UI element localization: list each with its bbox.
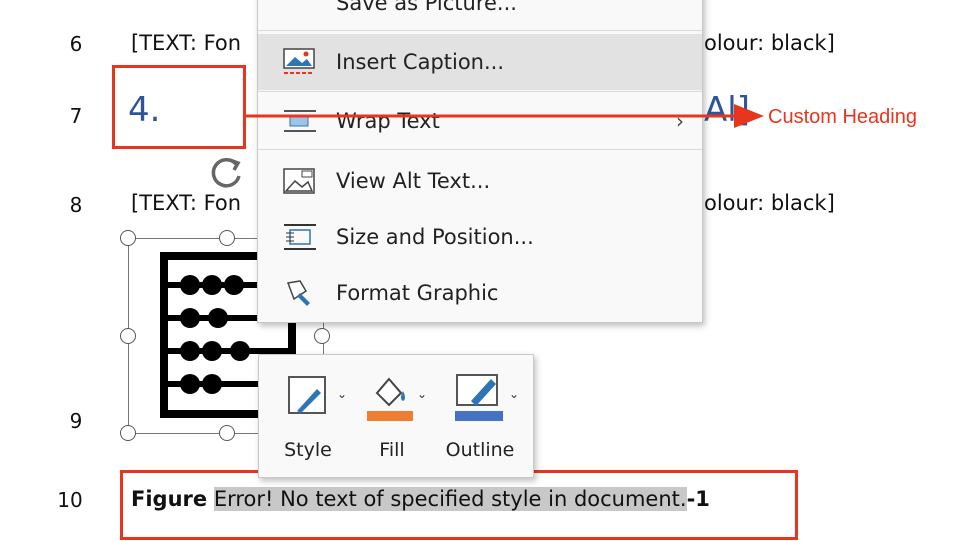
style-icon — [283, 371, 333, 421]
chevron-down-icon: ⌄ — [417, 387, 428, 401]
menu-item-label: View Alt Text... — [336, 169, 491, 193]
menu-item-label: Size and Position... — [336, 225, 534, 249]
save-picture-icon — [280, 0, 320, 19]
mini-toolbar: ⌄ Style ⌄ Fill ⌄ Outline — [258, 354, 534, 478]
style-button[interactable]: ⌄ Style — [267, 365, 349, 469]
line-number: 10 — [57, 488, 83, 512]
resize-handle[interactable] — [120, 425, 136, 441]
fill-button-label: Fill — [379, 439, 405, 461]
chevron-down-icon: ⌄ — [337, 387, 348, 401]
resize-handle[interactable] — [219, 230, 235, 246]
doc-text-line-6-right: olour: black] — [704, 31, 835, 55]
size-position-icon — [280, 221, 320, 253]
caption-label: Figure — [131, 487, 208, 511]
annotation-label: Custom Heading — [768, 106, 917, 128]
heading-number[interactable]: 4. — [128, 90, 160, 130]
resize-handle[interactable] — [314, 328, 330, 344]
doc-text-line-8-left: [TEXT: Fon — [131, 191, 242, 215]
menu-item-save-as-picture[interactable]: Save as Picture... — [258, 0, 702, 31]
caption-error-field[interactable]: Error! No text of specified style in doc… — [213, 487, 687, 511]
figure-caption[interactable]: Figure Error! No text of specified style… — [131, 487, 710, 511]
menu-separator — [258, 149, 702, 150]
outline-button-label: Outline — [445, 439, 515, 461]
menu-item-label: Save as Picture... — [336, 0, 517, 15]
doc-text-line-8-right: olour: black] — [704, 191, 835, 215]
format-graphic-icon — [280, 277, 320, 309]
fill-bucket-icon — [365, 371, 415, 425]
chevron-down-icon: ⌄ — [509, 387, 520, 401]
menu-item-format-graphic[interactable]: Format Graphic — [258, 265, 702, 321]
alt-text-icon — [280, 165, 320, 197]
menu-separator — [258, 91, 702, 92]
resize-handle[interactable] — [120, 230, 136, 246]
line-number: 6 — [69, 32, 83, 56]
style-button-label: Style — [284, 439, 332, 461]
menu-item-insert-caption[interactable]: Insert Caption... — [258, 34, 702, 90]
menu-separator — [258, 30, 702, 31]
menu-item-label: Insert Caption... — [336, 50, 505, 74]
annotation-arrow-icon — [244, 104, 764, 128]
menu-item-view-alt-text[interactable]: View Alt Text... — [258, 153, 702, 209]
doc-text-line-6-left: [TEXT: Fon — [131, 31, 242, 55]
rotate-handle-icon[interactable] — [206, 152, 248, 194]
outline-pen-icon — [453, 371, 505, 425]
resize-handle[interactable] — [120, 328, 136, 344]
line-number: 8 — [69, 193, 83, 217]
line-number: 9 — [69, 409, 83, 433]
resize-handle[interactable] — [219, 425, 235, 441]
line-number: 7 — [69, 104, 83, 128]
insert-caption-icon — [280, 46, 320, 78]
fill-button[interactable]: ⌄ Fill — [351, 365, 433, 469]
menu-item-size-and-position[interactable]: Size and Position... — [258, 209, 702, 265]
menu-item-label: Format Graphic — [336, 281, 499, 305]
context-menu: Save as Picture... Insert Caption... Wra… — [257, 0, 703, 323]
outline-button[interactable]: ⌄ Outline — [439, 365, 521, 469]
caption-suffix: -1 — [686, 487, 710, 511]
